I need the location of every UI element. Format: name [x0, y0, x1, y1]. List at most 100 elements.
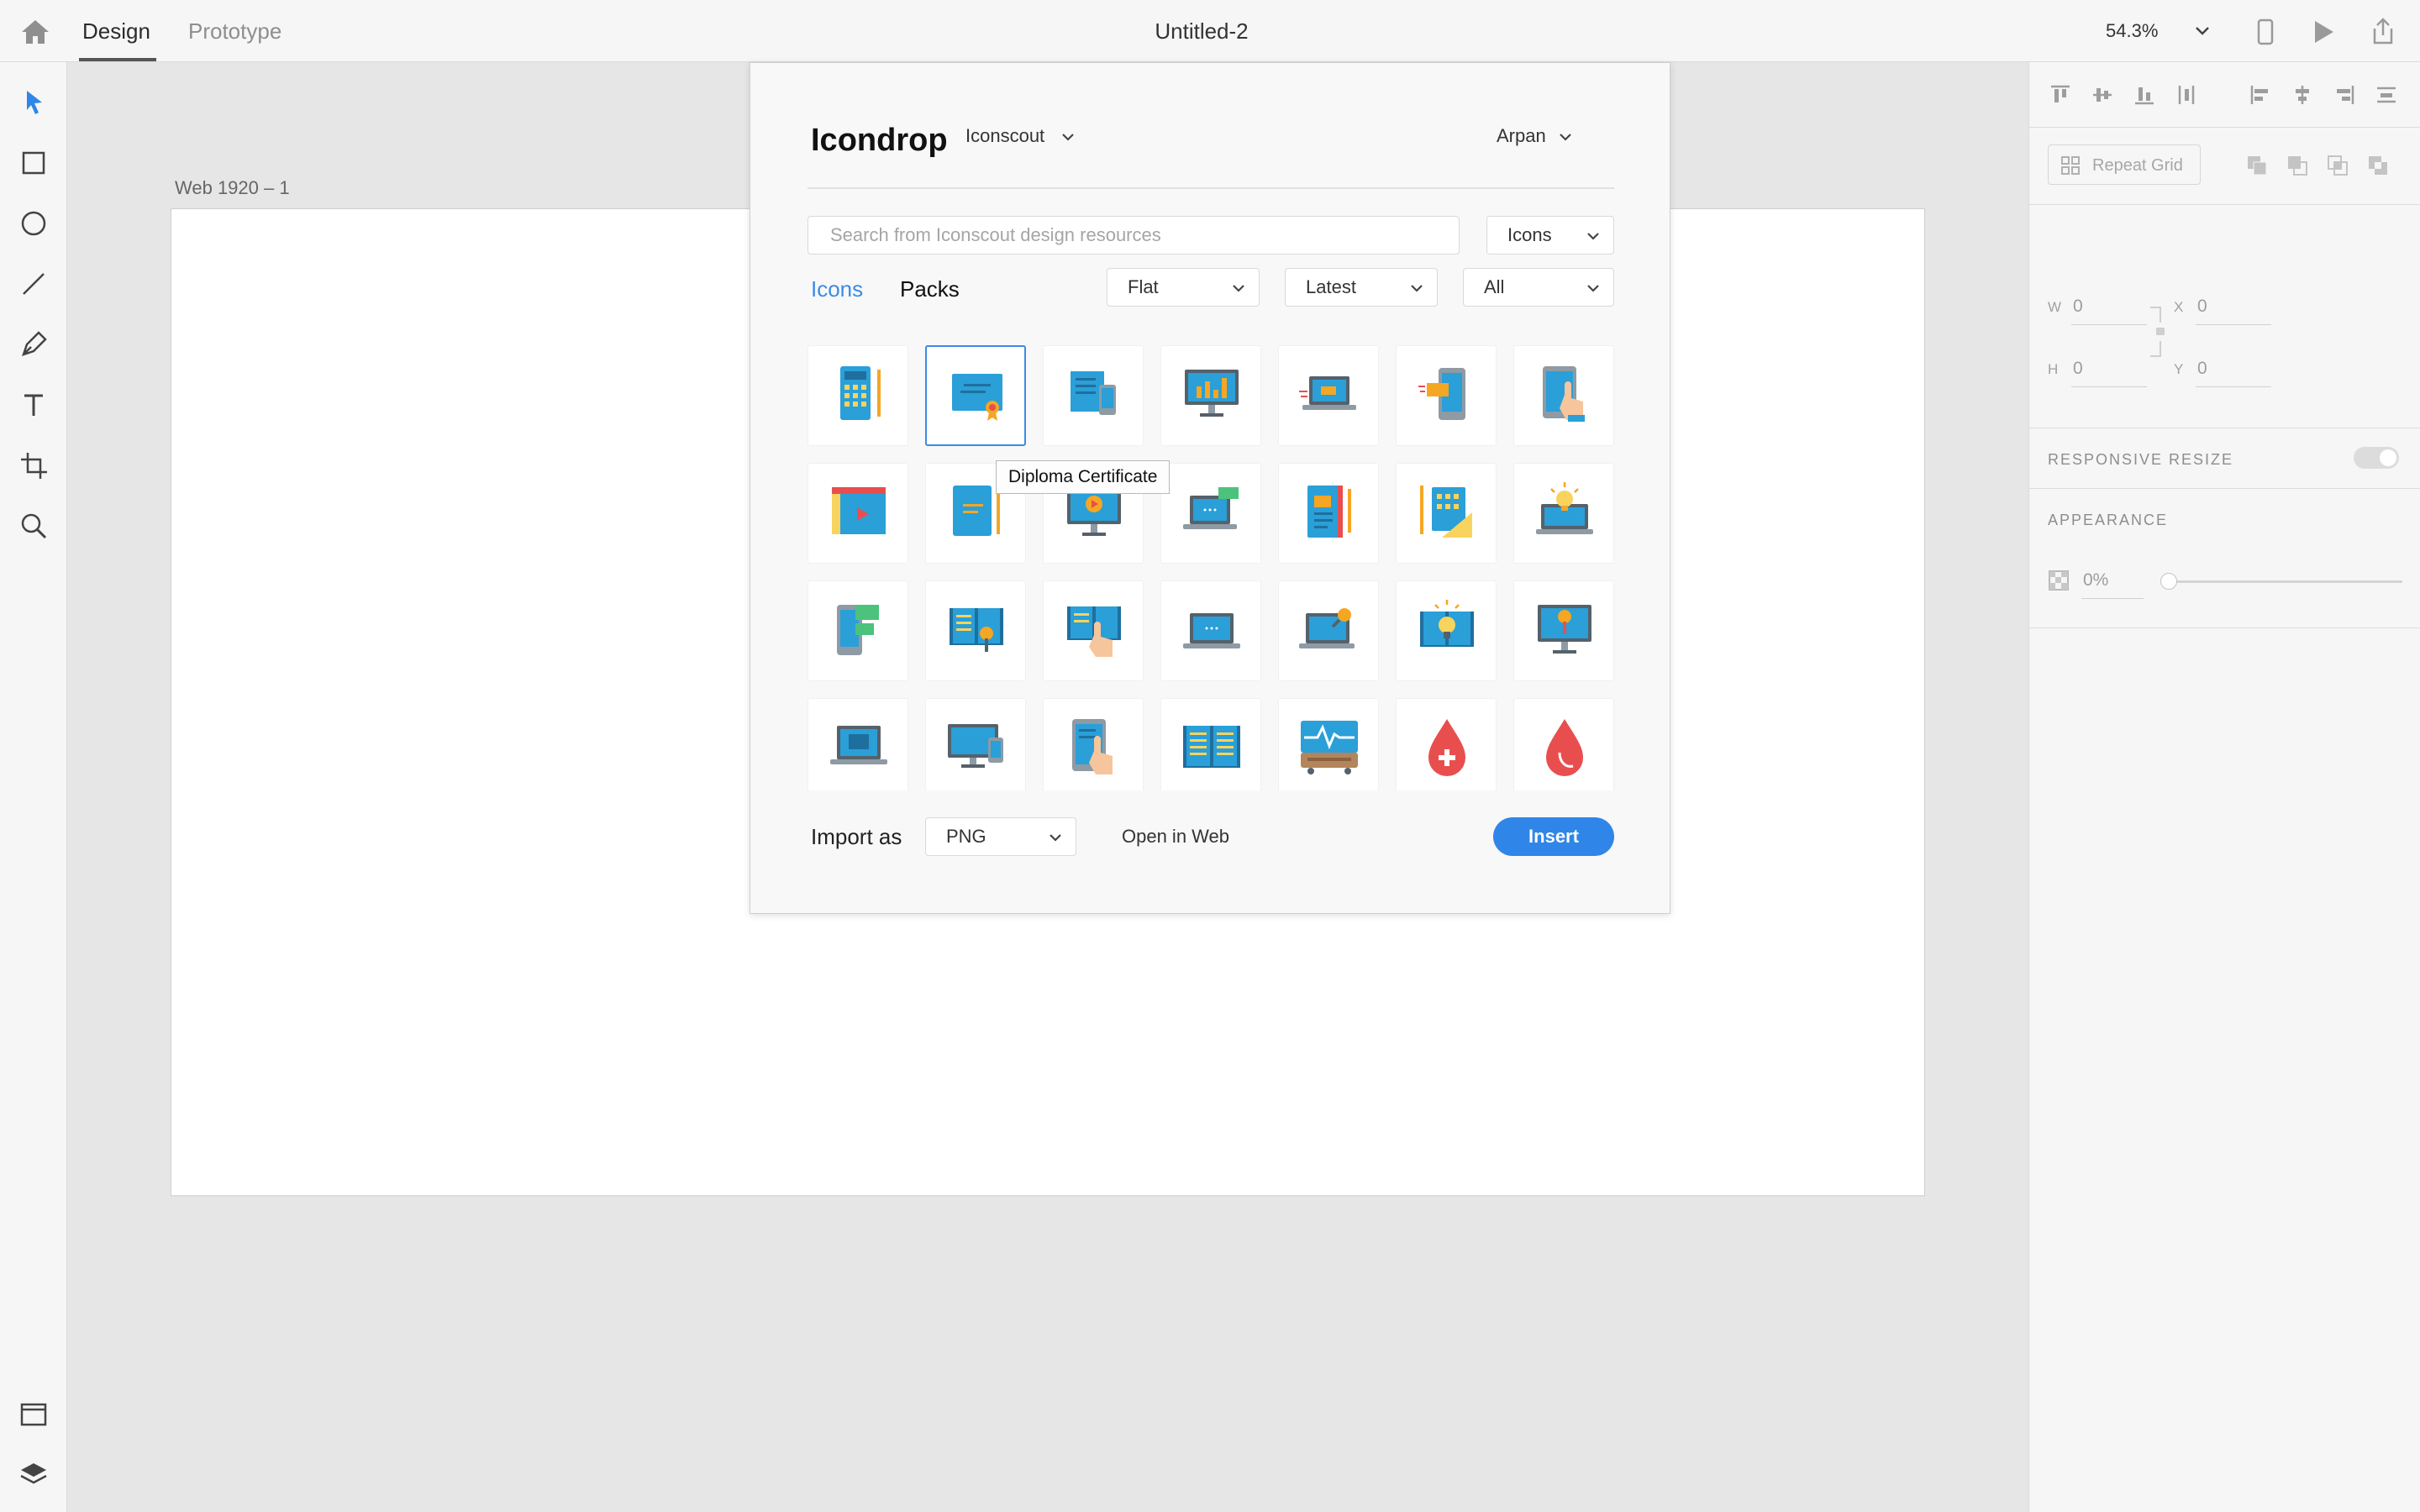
- import-as-label: Import as: [811, 824, 902, 849]
- align-bottom-icon[interactable]: [2132, 82, 2157, 108]
- play-icon[interactable]: [2306, 15, 2339, 49]
- artboard-label[interactable]: Web 1920 – 1: [175, 176, 290, 200]
- icon-result-item[interactable]: [925, 580, 1026, 681]
- rectangle-tool-icon[interactable]: [17, 146, 50, 180]
- chevron-down-icon: [1411, 285, 1423, 292]
- icon-result-item[interactable]: [1278, 698, 1379, 790]
- align-center-icon[interactable]: [2290, 82, 2315, 108]
- tab-prototype[interactable]: Prototype: [188, 17, 281, 45]
- tab-packs[interactable]: Packs: [900, 275, 960, 303]
- tab-icons[interactable]: Icons: [811, 275, 863, 303]
- icon-result-item[interactable]: [1160, 345, 1261, 446]
- ellipse-tool-icon[interactable]: [17, 207, 50, 240]
- tablet-touch-icon: [1543, 366, 1585, 422]
- icon-result-item[interactable]: [808, 345, 908, 446]
- assets-panel-icon[interactable]: [17, 1398, 50, 1431]
- home-icon[interactable]: [18, 15, 52, 49]
- distribute-vertical-icon[interactable]: [2374, 82, 2399, 108]
- chevron-down-icon[interactable]: [2191, 20, 2213, 42]
- insert-button[interactable]: Insert: [1493, 817, 1614, 856]
- laptop-video-icon: [1299, 376, 1356, 410]
- icon-result-item[interactable]: [925, 345, 1026, 446]
- icon-result-item[interactable]: [1396, 698, 1497, 790]
- icon-result-item[interactable]: [1160, 463, 1261, 564]
- import-format-value: PNG: [946, 826, 986, 847]
- icon-result-item[interactable]: [1043, 698, 1144, 790]
- category-filter-select[interactable]: All: [1463, 268, 1614, 307]
- y-field[interactable]: 0: [2197, 358, 2207, 380]
- boolean-intersect-icon[interactable]: [2325, 153, 2350, 178]
- width-field[interactable]: 0: [2073, 296, 2083, 318]
- lock-proportions-icon[interactable]: [2147, 304, 2172, 360]
- icon-result-item[interactable]: [1160, 580, 1261, 681]
- layers-icon[interactable]: [17, 1458, 50, 1492]
- align-right-icon[interactable]: [2332, 82, 2357, 108]
- responsive-resize-toggle[interactable]: [2354, 447, 2399, 469]
- icon-result-item[interactable]: [1278, 463, 1379, 564]
- tab-design[interactable]: Design: [82, 17, 150, 45]
- align-middle-icon[interactable]: [2090, 82, 2115, 108]
- icon-result-item[interactable]: [1043, 580, 1144, 681]
- repeat-grid-button[interactable]: Repeat Grid: [2048, 144, 2201, 185]
- opacity-field[interactable]: 0%: [2083, 570, 2108, 591]
- align-top-icon[interactable]: [2048, 82, 2073, 108]
- style-filter-value: Flat: [1128, 276, 1159, 297]
- opacity-slider-track[interactable]: [2164, 580, 2402, 583]
- video-player-icon: [832, 487, 886, 534]
- icon-result-item[interactable]: [1278, 345, 1379, 446]
- icon-result-item[interactable]: [925, 698, 1026, 790]
- type-select[interactable]: Icons: [1486, 216, 1614, 255]
- repeat-grid-label: Repeat Grid: [2092, 156, 2183, 175]
- style-filter-select[interactable]: Flat: [1107, 268, 1260, 307]
- icon-result-item[interactable]: [1396, 580, 1497, 681]
- select-arrow-icon[interactable]: [17, 86, 50, 119]
- icon-tooltip: Diploma Certificate: [996, 460, 1171, 494]
- line-tool-icon[interactable]: [17, 267, 50, 301]
- icon-result-item[interactable]: [1513, 698, 1614, 790]
- opacity-slider-thumb[interactable]: [2160, 573, 2177, 590]
- search-input[interactable]: [808, 216, 1460, 255]
- align-left-icon[interactable]: [2248, 82, 2273, 108]
- icon-result-item[interactable]: [808, 463, 908, 564]
- zoom-level[interactable]: 54.3%: [2106, 18, 2158, 44]
- sort-filter-select[interactable]: Latest: [1285, 268, 1438, 307]
- icon-result-item[interactable]: [1043, 345, 1144, 446]
- distribute-horizontal-icon[interactable]: [2174, 82, 2199, 108]
- source-dropdown[interactable]: Iconscout: [965, 123, 1044, 149]
- icon-result-item[interactable]: [808, 580, 908, 681]
- boolean-exclude-icon[interactable]: [2365, 153, 2391, 178]
- artboard-tool-icon[interactable]: [17, 449, 50, 482]
- icon-result-item[interactable]: [1513, 580, 1614, 681]
- height-field[interactable]: 0: [2073, 358, 2083, 380]
- brand-title: Icondrop: [811, 123, 948, 158]
- icon-result-item[interactable]: [1513, 345, 1614, 446]
- icon-result-item[interactable]: [808, 698, 908, 790]
- import-format-select[interactable]: PNG: [925, 817, 1076, 856]
- icon-result-item[interactable]: [1396, 463, 1497, 564]
- pen-tool-icon[interactable]: [17, 328, 50, 361]
- property-inspector: Repeat Grid W 0 X 0 H 0 Y 0 RESPONSIVE R…: [2028, 62, 2420, 1512]
- open-in-web-link[interactable]: Open in Web: [1122, 824, 1229, 849]
- x-field[interactable]: 0: [2197, 296, 2207, 318]
- boolean-add-icon[interactable]: [2244, 153, 2270, 178]
- icon-result-item[interactable]: [1396, 345, 1497, 446]
- heart-monitor-icon: [1301, 721, 1358, 774]
- y-underline: [2196, 386, 2271, 387]
- book-mobile-icon: [1071, 371, 1116, 415]
- book-touch-icon: [1067, 606, 1121, 657]
- zoom-tool-icon[interactable]: [17, 509, 50, 543]
- chevron-down-icon[interactable]: [1060, 129, 1076, 145]
- top-bar: Design Prototype Untitled-2 54.3%: [0, 0, 2420, 62]
- chevron-down-icon[interactable]: [1557, 129, 1574, 145]
- user-dropdown[interactable]: Arpan: [1497, 123, 1546, 149]
- text-tool-icon[interactable]: [17, 388, 50, 422]
- device-preview-icon[interactable]: [2249, 15, 2282, 49]
- boolean-subtract-icon[interactable]: [2285, 153, 2310, 178]
- header-divider: [808, 187, 1614, 189]
- icon-result-item[interactable]: [1513, 463, 1614, 564]
- icon-result-item[interactable]: [1278, 580, 1379, 681]
- icondrop-dialog: Icondrop Iconscout Arpan Icons Icons Pac…: [750, 62, 1670, 914]
- share-icon[interactable]: [2366, 15, 2400, 49]
- book-idea-icon: [1420, 600, 1474, 647]
- icon-result-item[interactable]: [1160, 698, 1261, 790]
